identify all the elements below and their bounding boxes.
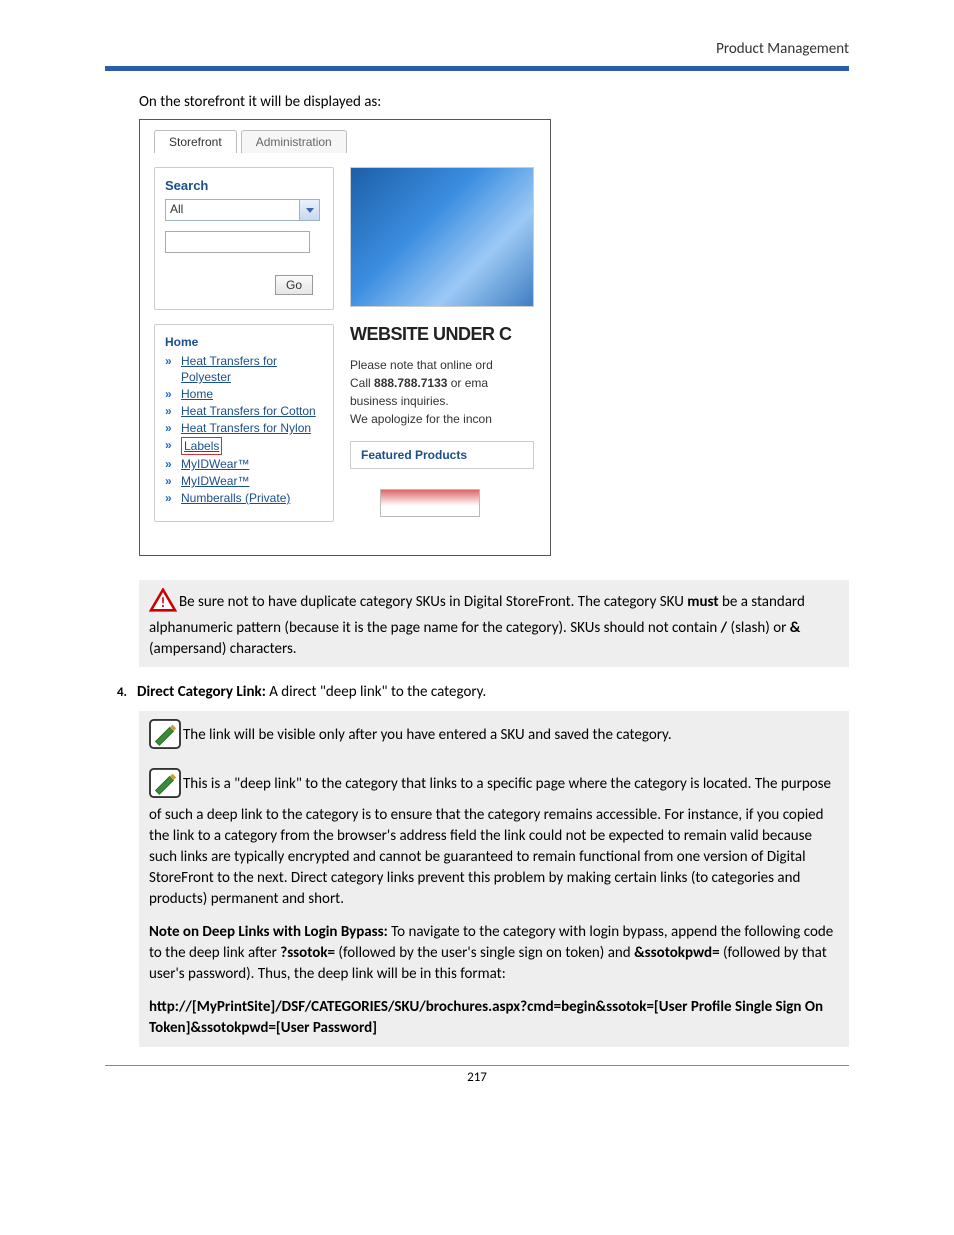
nav-list: »Heat Transfers for Polyester »Home »Hea… bbox=[165, 353, 323, 506]
content-heading: WEBSITE UNDER C bbox=[350, 324, 534, 345]
raquo-icon: » bbox=[165, 437, 179, 453]
item4-heading: Direct Category Link: bbox=[137, 683, 266, 701]
warning-icon: ! bbox=[149, 588, 177, 618]
header-rule bbox=[105, 66, 849, 71]
list-number: 4. bbox=[105, 683, 127, 701]
note-3: Note on Deep Links with Login Bypass: To… bbox=[149, 922, 839, 985]
category-nav-panel: Home »Heat Transfers for Polyester »Home… bbox=[154, 324, 334, 522]
note-1: The link will be visible only after you … bbox=[183, 726, 672, 744]
nav-item[interactable]: »Heat Transfers for Nylon bbox=[165, 420, 323, 436]
tab-storefront[interactable]: Storefront bbox=[154, 130, 237, 153]
note-2: This is a "deep link" to the category th… bbox=[149, 775, 831, 908]
item4-body: A direct "deep link" to the category. bbox=[266, 683, 486, 701]
search-heading: Search bbox=[165, 178, 323, 193]
list-item-4: 4. Direct Category Link: A direct "deep … bbox=[105, 683, 849, 701]
go-button[interactable]: Go bbox=[275, 275, 313, 295]
raquo-icon: » bbox=[165, 490, 179, 506]
content-line: Call 888.788.7133 or ema bbox=[350, 375, 534, 391]
intro-text: On the storefront it will be displayed a… bbox=[139, 93, 849, 111]
page-number: 217 bbox=[105, 1070, 849, 1085]
tab-administration[interactable]: Administration bbox=[241, 130, 347, 153]
content-column: WEBSITE UNDER C Please note that online … bbox=[350, 324, 534, 522]
nav-item[interactable]: »Numberalls (Private) bbox=[165, 490, 323, 506]
banner-image bbox=[350, 167, 534, 307]
nav-item-labels[interactable]: »Labels bbox=[165, 437, 323, 455]
svg-text:!: ! bbox=[161, 594, 165, 611]
nav-home[interactable]: Home bbox=[165, 335, 323, 349]
chevron-down-icon[interactable] bbox=[299, 200, 319, 220]
search-panel: Search All Go bbox=[154, 167, 334, 310]
select-value: All bbox=[166, 200, 299, 220]
pencil-note-icon bbox=[149, 768, 181, 805]
content-line: We apologize for the incon bbox=[350, 411, 534, 427]
featured-products-box: Featured Products bbox=[350, 441, 534, 469]
content-line: Please note that online ord bbox=[350, 357, 534, 373]
footer-rule bbox=[105, 1065, 849, 1066]
search-input[interactable] bbox=[165, 231, 310, 253]
page-header-title: Product Management bbox=[105, 40, 849, 58]
search-category-select[interactable]: All bbox=[165, 199, 320, 221]
note-block: The link will be visible only after you … bbox=[139, 711, 849, 1047]
pencil-note-icon bbox=[149, 719, 181, 756]
warning-callout: ! Be sure not to have duplicate category… bbox=[139, 580, 849, 667]
raquo-icon: » bbox=[165, 403, 179, 419]
nav-item[interactable]: »Heat Transfers for Polyester bbox=[165, 353, 323, 385]
featured-label: Featured Products bbox=[361, 448, 467, 462]
nav-item[interactable]: »Home bbox=[165, 386, 323, 402]
content-line: business inquiries. bbox=[350, 393, 534, 409]
nav-item[interactable]: »Heat Transfers for Cotton bbox=[165, 403, 323, 419]
raquo-icon: » bbox=[165, 353, 179, 369]
raquo-icon: » bbox=[165, 420, 179, 436]
storefront-screenshot: Storefront Administration Search All Go … bbox=[139, 119, 551, 556]
raquo-icon: » bbox=[165, 473, 179, 489]
nav-item[interactable]: »MyIDWear™ bbox=[165, 456, 323, 472]
raquo-icon: » bbox=[165, 386, 179, 402]
raquo-icon: » bbox=[165, 456, 179, 472]
product-thumbnail[interactable] bbox=[380, 489, 480, 517]
nav-item[interactable]: »MyIDWear™ bbox=[165, 473, 323, 489]
note-url: http://[MyPrintSite]/DSF/CATEGORIES/SKU/… bbox=[149, 997, 839, 1039]
